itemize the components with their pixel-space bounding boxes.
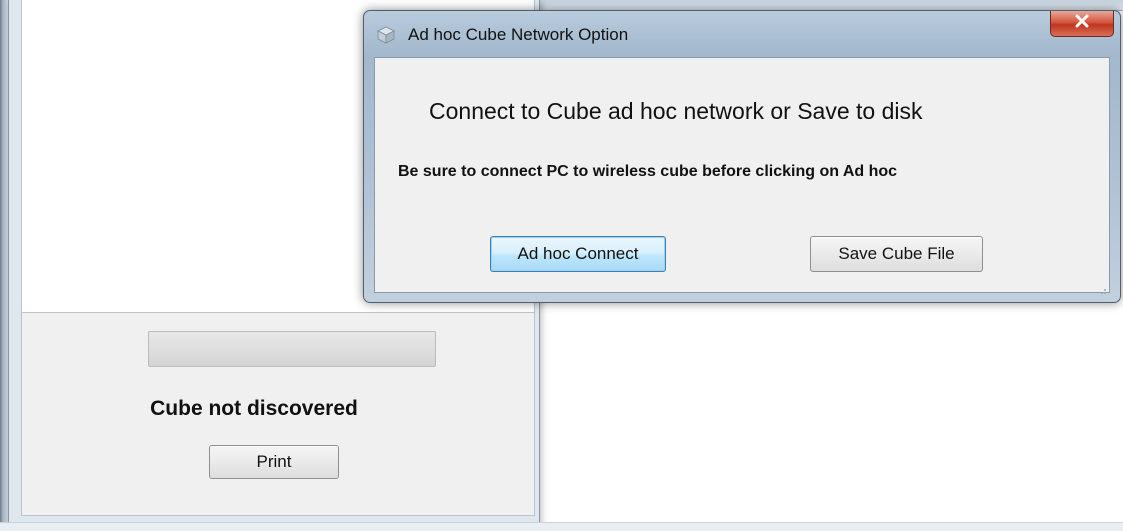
cube-app-icon (376, 25, 396, 45)
discovery-progress-bar (148, 331, 436, 367)
dialog-body: Connect to Cube ad hoc network or Save t… (374, 57, 1110, 294)
resize-grip-icon[interactable] (1099, 282, 1107, 294)
dialog-title: Ad hoc Cube Network Option (408, 25, 629, 44)
taskbar-edge (0, 522, 1123, 531)
close-button[interactable] (1050, 11, 1114, 37)
ad-hoc-network-dialog: Ad hoc Cube Network Option Connect to Cu… (363, 10, 1121, 303)
main-status-panel: Cube not discovered Print (21, 313, 535, 516)
print-button[interactable]: Print (209, 445, 339, 479)
close-icon (1075, 14, 1089, 33)
dialog-titlebar[interactable]: Ad hoc Cube Network Option (364, 11, 1120, 57)
dialog-heading: Connect to Cube ad hoc network or Save t… (429, 98, 923, 124)
background-window-edge (0, 0, 8, 531)
save-cube-file-button[interactable]: Save Cube File (810, 236, 983, 272)
status-text: Cube not discovered (150, 397, 358, 420)
dialog-warning: Be sure to connect PC to wireless cube b… (398, 163, 898, 180)
ad-hoc-connect-button[interactable]: Ad hoc Connect (490, 236, 666, 272)
